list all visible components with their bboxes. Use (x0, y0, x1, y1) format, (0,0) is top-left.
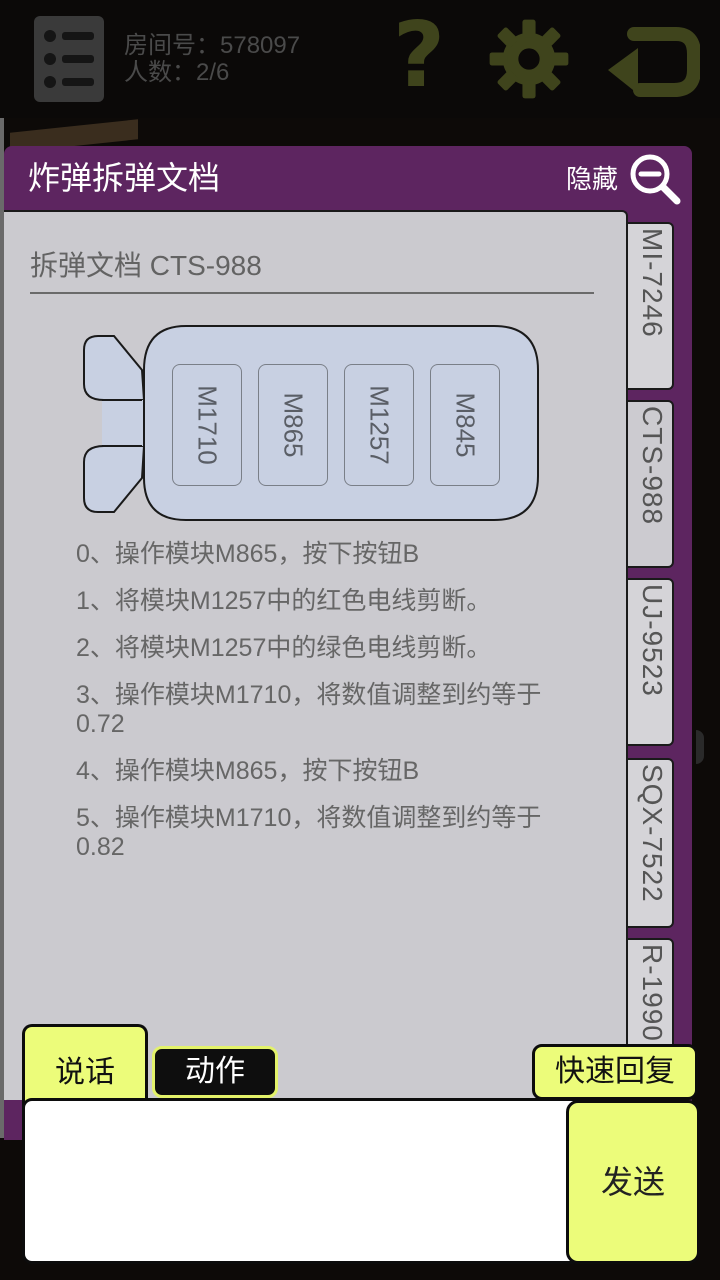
menu-list-icon[interactable] (34, 16, 104, 102)
document-title: 拆弹文档 CTS-988 (30, 250, 262, 281)
tab-label: SQX-7522 (637, 764, 668, 903)
module-label: M1710 (192, 385, 223, 465)
return-arrow-icon[interactable] (604, 20, 700, 100)
panel-title: 炸弹拆弹文档 (28, 159, 221, 197)
divider (30, 292, 594, 294)
tab-cts-988[interactable]: CTS-988 (628, 400, 674, 568)
bomb-module-2: M865 (258, 364, 328, 486)
bomb-module-1: M1710 (172, 364, 242, 486)
tab-label: CTS-988 (637, 406, 668, 526)
instruction-step: 2、将模块M1257中的绿色电线剪断。 (76, 634, 492, 662)
module-label: M1257 (364, 385, 395, 465)
instruction-step: 1、将模块M1257中的红色电线剪断。 (76, 587, 492, 615)
top-bar: 房间号：578097 人数：2/6 ? (0, 0, 720, 118)
tab-r-1990[interactable]: R-1990 (628, 938, 674, 1052)
send-button[interactable]: 发送 (566, 1100, 700, 1264)
instruction-step: 0、操作模块M865，按下按钮B (76, 540, 420, 568)
tab-action[interactable]: 动作 (152, 1046, 278, 1098)
tab-label: UJ-9523 (637, 584, 668, 697)
tab-uj-9523[interactable]: UJ-9523 (628, 578, 674, 746)
hide-button[interactable]: 隐藏 (566, 162, 618, 198)
question-icon[interactable]: ? (388, 8, 450, 104)
tab-mi-7246[interactable]: MI-7246 (628, 222, 674, 390)
instruction-step: 3、操作模块M1710，将数值调整到约等于0.72 (76, 681, 542, 738)
side-handle[interactable] (696, 730, 704, 764)
bomb-module-4: M845 (430, 364, 500, 486)
bomb-module-3: M1257 (344, 364, 414, 486)
room-number: 房间号：578097 (124, 32, 301, 59)
quick-reply-button[interactable]: 快速回复 (532, 1044, 698, 1100)
player-count: 人数：2/6 (124, 59, 230, 86)
tab-sqx-7522[interactable]: SQX-7522 (628, 758, 674, 928)
module-label: M845 (450, 392, 481, 458)
instruction-list: 0、操作模块M865，按下按钮B 1、将模块M1257中的红色电线剪断。 2、将… (76, 540, 556, 880)
document-page[interactable]: 拆弹文档 CTS-988 M1710 M865 M1257 M845 0、操作模… (4, 210, 628, 1100)
tab-label: MI-7246 (637, 228, 668, 338)
module-label: M865 (278, 392, 309, 458)
tab-label: R-1990 (637, 944, 668, 1042)
room-info: 房间号：578097 人数：2/6 (124, 32, 300, 86)
instruction-step: 4、操作模块M865，按下按钮B (76, 757, 420, 785)
chat-input[interactable] (22, 1098, 582, 1264)
instruction-step: 5、操作模块M1710，将数值调整到约等于0.82 (76, 804, 542, 861)
zoom-out-icon[interactable] (628, 152, 682, 206)
gear-icon[interactable] (488, 18, 570, 100)
